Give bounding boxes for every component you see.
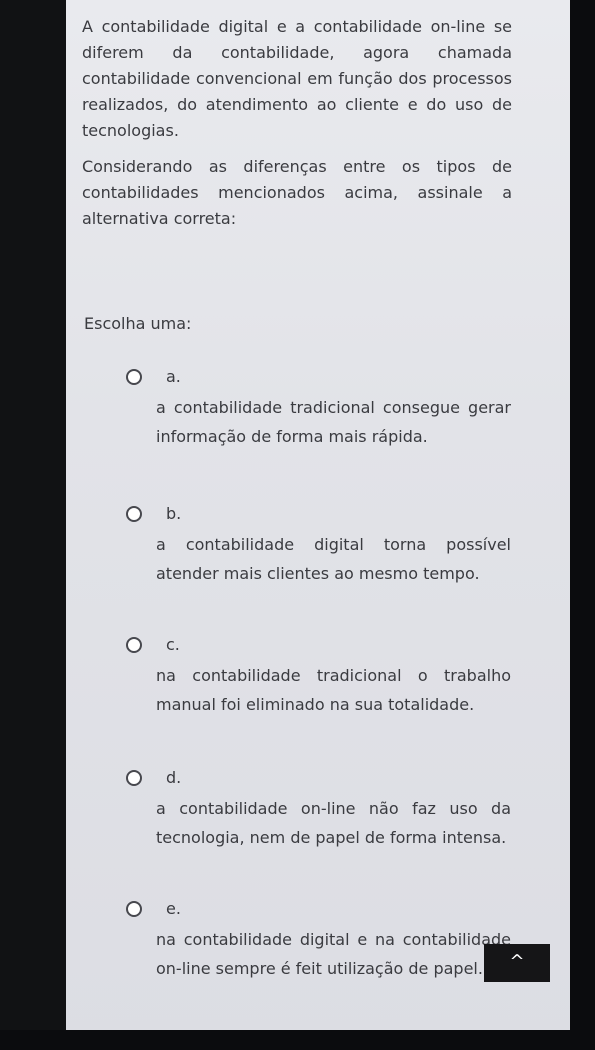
option-letter-c: c. — [166, 635, 180, 654]
device-bezel-bottom — [0, 1030, 595, 1050]
question-paragraph-2: Considerando as diferenças entre os tipo… — [82, 157, 512, 228]
option-letter-d: d. — [166, 768, 182, 787]
option-text-d: a contabilidade on-line não faz uso da t… — [156, 799, 511, 847]
option-text-e: na contabilidade digital e na contabilid… — [156, 930, 511, 978]
question-text: A contabilidade digital e a contabilidad… — [82, 14, 512, 242]
chevron-up-icon: ^ — [509, 951, 525, 972]
option-text-b: a contabilidade digital torna possível a… — [156, 535, 511, 583]
option-text-c: na contabilidade tradicional o trabalho … — [156, 666, 511, 714]
radio-button-d[interactable] — [126, 770, 142, 786]
option-letter-b: b. — [166, 504, 182, 523]
quiz-screen: A contabilidade digital e a contabilidad… — [66, 0, 570, 1050]
radio-button-b[interactable] — [126, 506, 142, 522]
device-bezel-right — [570, 0, 595, 1050]
option-letter-a: a. — [166, 367, 181, 386]
option-text-a: a contabilidade tradicional consegue ger… — [156, 398, 511, 446]
scroll-to-top-button[interactable]: ^ — [484, 944, 550, 982]
option-letter-e: e. — [166, 899, 181, 918]
choose-one-label: Escolha uma: — [84, 314, 192, 333]
radio-button-e[interactable] — [126, 901, 142, 917]
radio-button-c[interactable] — [126, 637, 142, 653]
question-paragraph-1: A contabilidade digital e a contabilidad… — [82, 17, 512, 140]
radio-button-a[interactable] — [126, 369, 142, 385]
